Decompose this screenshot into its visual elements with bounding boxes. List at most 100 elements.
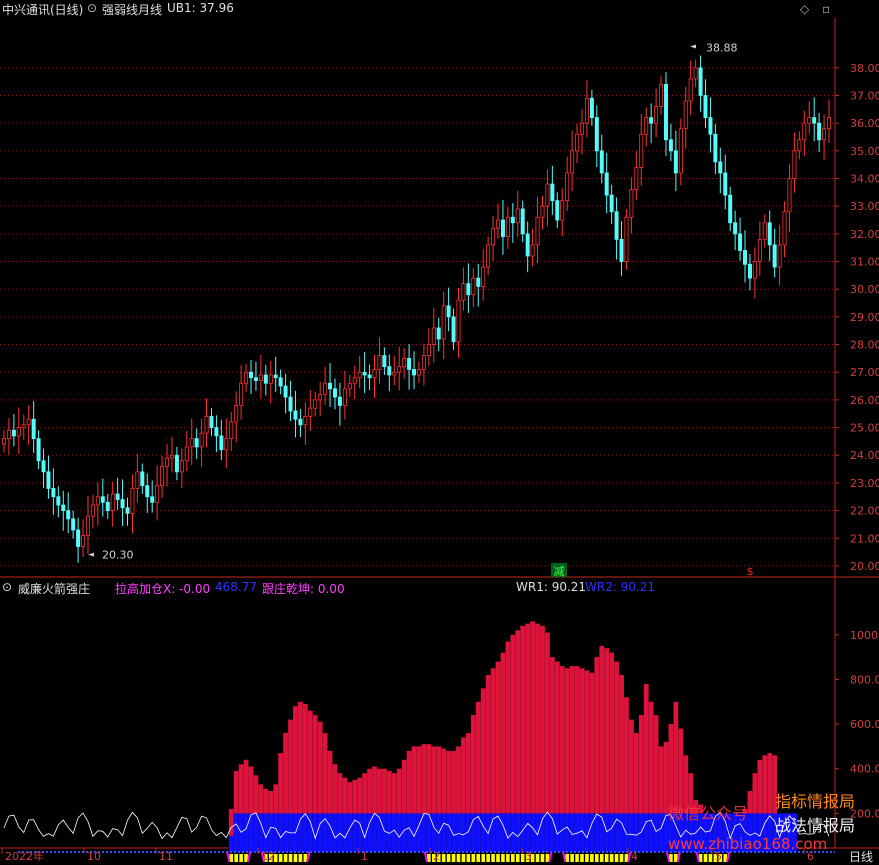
price-tick-label: 23.00 <box>850 477 879 490</box>
williams-blue-bar <box>559 813 565 852</box>
candle-body <box>105 501 110 511</box>
candle-body <box>604 172 609 196</box>
candle-body <box>757 238 762 262</box>
candle-body <box>728 194 733 224</box>
williams-red-bar <box>377 768 382 814</box>
candle-body <box>718 161 723 174</box>
williams-red-bar <box>624 697 629 814</box>
williams-blue-bar <box>564 813 570 852</box>
williams-red-bar <box>436 746 442 814</box>
candle-body <box>283 385 288 398</box>
candle-body <box>214 427 219 437</box>
price-tick-label: 25.00 <box>850 422 879 435</box>
candle-body <box>500 219 505 238</box>
williams-blue-bar <box>372 813 377 852</box>
stock-chart-canvas[interactable]: 38.00 37.00 36.00 35.00 34.00 33.00 32.00 31.00… <box>0 0 879 862</box>
candle-body <box>466 283 471 296</box>
williams-red-bar <box>762 755 768 814</box>
candle-body <box>827 117 832 130</box>
williams-blue-bar <box>456 813 461 852</box>
williams-blue-bar <box>461 813 466 852</box>
candle-body <box>496 219 501 229</box>
yellow-bar <box>520 854 525 862</box>
period-label[interactable]: 日线 <box>849 848 873 865</box>
williams-blue-bar <box>624 813 629 852</box>
candle-body <box>253 377 258 381</box>
price-tick-label: 29.00 <box>850 311 879 324</box>
time-label: 12 <box>261 850 275 862</box>
candle-body <box>812 117 817 124</box>
williams-red-bar <box>594 657 600 814</box>
williams-blue-bar <box>569 813 575 852</box>
williams-blue-bar <box>228 835 234 852</box>
candle-body <box>332 388 337 398</box>
williams-red-bar <box>337 773 343 814</box>
candle-body <box>802 122 807 141</box>
time-label: 3 <box>525 850 532 862</box>
yellow-bar <box>570 854 574 862</box>
candle-body <box>90 504 95 517</box>
candle-body <box>160 465 165 487</box>
yellow-bar <box>461 854 466 862</box>
candle-body <box>659 84 664 107</box>
candle-body <box>56 496 61 506</box>
williams-red-bar <box>298 701 303 814</box>
yellow-bar <box>288 854 293 862</box>
price-tick-label: 22.00 <box>850 505 879 518</box>
yellow-bar <box>278 854 283 862</box>
williams-blue-bar <box>342 813 348 852</box>
williams-red-bar <box>248 766 254 814</box>
candle-body <box>743 250 748 265</box>
williams-red-bar <box>317 721 323 814</box>
williams-red-bar <box>312 715 318 814</box>
sub-collapse-icon[interactable]: ⊙ <box>2 580 12 594</box>
candle-body <box>219 435 224 451</box>
candle-body <box>115 493 120 500</box>
williams-red-bar <box>589 672 595 814</box>
williams-blue-bar <box>327 813 333 852</box>
williams-red-bar <box>549 657 555 814</box>
yellow-bar <box>481 854 485 862</box>
candle-body <box>328 382 333 390</box>
williams-blue-bar <box>594 813 600 852</box>
diamond-icon[interactable]: ◇ <box>800 2 809 16</box>
williams-red-bar <box>357 777 363 814</box>
candle-body <box>708 117 713 135</box>
time-label: 10 <box>87 850 101 862</box>
candle-body <box>352 377 357 384</box>
candle-body <box>619 238 624 262</box>
scroll-icon[interactable]: ▫ <box>822 2 830 16</box>
williams-red-bar <box>396 768 402 814</box>
candle-body <box>61 504 66 511</box>
symbol-title: 中兴通讯(日线) <box>2 3 84 17</box>
williams-blue-bar <box>253 813 259 852</box>
williams-red-bar <box>288 719 293 814</box>
candle-body <box>150 496 155 503</box>
candle-body <box>624 216 629 262</box>
candle-body <box>688 78 693 102</box>
time-label: 2022年 <box>5 849 44 862</box>
williams-blue-bar <box>243 813 249 852</box>
williams-red-bar <box>253 775 259 814</box>
wr1-value: WR1: 90.21 <box>516 580 587 594</box>
yellow-bar <box>283 854 288 862</box>
candle-body <box>471 277 476 296</box>
candle-body <box>76 529 81 547</box>
candle-body <box>387 366 392 376</box>
williams-red-bar <box>307 710 313 814</box>
candle-body <box>85 515 90 536</box>
price-tick-label: 28.00 <box>850 339 879 352</box>
candle-body <box>125 507 130 514</box>
candle-body <box>767 222 772 246</box>
candle-body <box>555 200 560 221</box>
candle-body <box>560 200 565 221</box>
candle-body <box>634 167 639 190</box>
collapse-icon[interactable]: ⊙ <box>87 1 97 15</box>
candle-body <box>481 266 486 287</box>
yellow-bar <box>604 854 609 862</box>
williams-red-bar <box>584 670 590 814</box>
williams-red-bar <box>451 750 456 814</box>
candle-body <box>258 374 263 381</box>
price-tick-label: 38.00 <box>850 62 879 75</box>
candle-body <box>431 327 436 345</box>
